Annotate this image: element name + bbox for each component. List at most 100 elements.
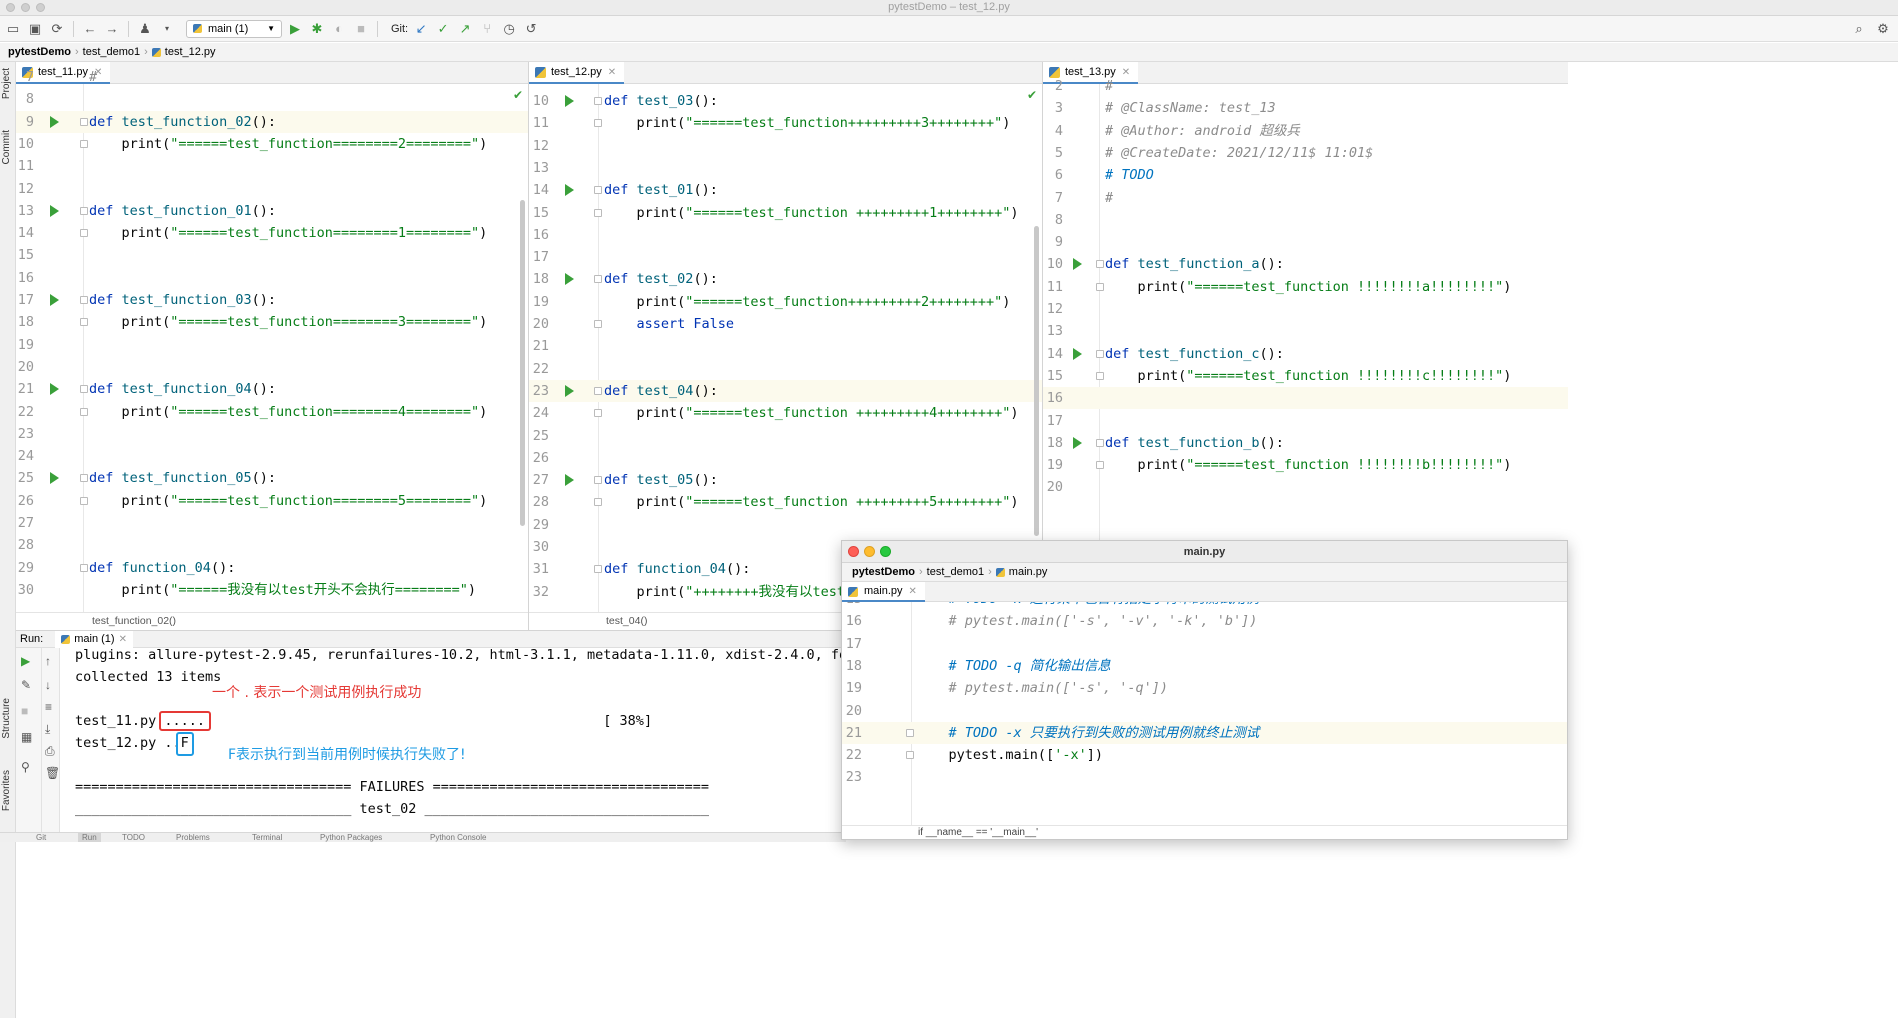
code-line[interactable]: 7 # bbox=[1043, 187, 1568, 209]
fold-marker-icon[interactable] bbox=[594, 409, 602, 418]
close-window-icon[interactable] bbox=[848, 546, 859, 557]
code-line[interactable]: 10 def test_function_a(): bbox=[1043, 253, 1568, 275]
git-commit-icon[interactable]: ✓ bbox=[434, 20, 452, 38]
tool-tab-python-packages[interactable]: Python Packages bbox=[320, 833, 382, 842]
breadcrumb-folder[interactable]: test_demo1 bbox=[83, 46, 140, 58]
code-line[interactable]: 18 print("======test_function========3==… bbox=[16, 311, 528, 333]
code-line[interactable]: 30 print("======我没有以test开头不会执行========") bbox=[16, 579, 528, 601]
maximize-window-icon[interactable] bbox=[880, 546, 891, 557]
run-config-select[interactable]: main (1) ▼ bbox=[186, 19, 282, 38]
fold-marker-icon[interactable] bbox=[80, 496, 88, 505]
git-push-icon[interactable]: ↗ bbox=[456, 20, 474, 38]
fold-marker-icon[interactable] bbox=[594, 476, 602, 485]
gear-icon[interactable]: ⚙ bbox=[1874, 20, 1892, 38]
user-icon[interactable]: ♟ bbox=[136, 20, 154, 38]
fold-marker-icon[interactable] bbox=[594, 275, 602, 284]
rollback-icon[interactable]: ↺ bbox=[522, 20, 540, 38]
code-line[interactable]: 19 print("======test_function+++++++++2+… bbox=[529, 291, 1042, 313]
tool-tab-terminal[interactable]: Terminal bbox=[252, 833, 282, 842]
editor-breadcrumb[interactable]: if __name__ == '__main__' bbox=[842, 825, 1567, 839]
run-test-icon[interactable] bbox=[50, 472, 59, 485]
history-icon[interactable]: ◷ bbox=[500, 20, 518, 38]
debug-icon[interactable]: ✱ bbox=[308, 20, 326, 38]
tool-tab-python-console[interactable]: Python Console bbox=[430, 833, 486, 842]
fold-marker-icon[interactable] bbox=[80, 206, 88, 215]
run-test-icon[interactable] bbox=[50, 204, 59, 217]
code-line[interactable]: 7 # bbox=[16, 66, 528, 88]
tool-tab-problems[interactable]: Problems bbox=[176, 833, 210, 842]
code-line[interactable]: 12 bbox=[16, 178, 528, 200]
trash-icon[interactable]: 🗑 bbox=[45, 766, 60, 780]
fold-marker-icon[interactable] bbox=[594, 386, 602, 395]
tool-tab-run[interactable]: Run bbox=[78, 833, 101, 842]
editor-scrollbar[interactable] bbox=[520, 200, 525, 526]
code-line[interactable]: 22 print("======test_function========4==… bbox=[16, 401, 528, 423]
code-line[interactable]: 15 print("======test_function !!!!!!!!c!… bbox=[1043, 365, 1568, 387]
user-dropdown-icon[interactable]: ▾ bbox=[158, 20, 176, 38]
code-line[interactable]: 24 bbox=[16, 445, 528, 467]
fold-marker-icon[interactable] bbox=[594, 320, 602, 328]
breadcrumb-project[interactable]: pytestDemo bbox=[8, 46, 71, 58]
open-folder-icon[interactable]: ▭ bbox=[4, 20, 22, 38]
pin-icon[interactable]: ⚲ bbox=[21, 760, 30, 774]
fold-marker-icon[interactable] bbox=[1096, 461, 1104, 470]
sync-icon[interactable]: ⟳ bbox=[48, 20, 66, 38]
code-line[interactable]: 18 # TODO -q 简化输出信息 bbox=[842, 655, 1567, 677]
fold-marker-icon[interactable] bbox=[594, 565, 602, 574]
scroll-up-icon[interactable]: ↑ bbox=[45, 654, 51, 668]
wrench-icon[interactable]: ✎ bbox=[21, 678, 31, 692]
code-line[interactable]: 15 bbox=[16, 244, 528, 266]
code-line[interactable]: 26 print("======test_function========5==… bbox=[16, 490, 528, 512]
fold-marker-icon[interactable] bbox=[906, 751, 914, 760]
fold-marker-icon[interactable] bbox=[906, 728, 914, 737]
rerun-icon[interactable]: ▶ bbox=[21, 654, 30, 668]
code-line[interactable]: 12 bbox=[529, 135, 1042, 157]
run-test-icon[interactable] bbox=[565, 184, 574, 197]
run-test-icon[interactable] bbox=[1073, 436, 1082, 449]
code-line[interactable]: 18 def test_02(): bbox=[529, 268, 1042, 290]
code-line[interactable]: 22 bbox=[529, 358, 1042, 380]
code-line[interactable]: 16 # pytest.main(['-s', '-v', '-k', 'b']… bbox=[842, 610, 1567, 632]
code-line[interactable]: 6 # TODO bbox=[1043, 164, 1568, 186]
fold-marker-icon[interactable] bbox=[1096, 282, 1104, 291]
code-line[interactable]: 27 def test_05(): bbox=[529, 469, 1042, 491]
code-line[interactable]: 17 bbox=[842, 633, 1567, 655]
breadcrumb-project[interactable]: pytestDemo bbox=[852, 566, 915, 578]
code-line[interactable]: 8 bbox=[1043, 209, 1568, 231]
code-line[interactable]: 23 bbox=[842, 766, 1567, 788]
tab-test-12[interactable]: test_12.py ✕ bbox=[529, 62, 625, 84]
run-tab[interactable]: main (1) ✕ bbox=[55, 630, 133, 648]
code-line[interactable]: 17 def test_function_03(): bbox=[16, 289, 528, 311]
code-line[interactable]: 10 print("======test_function========2==… bbox=[16, 133, 528, 155]
code-line[interactable]: 15 print("======test_function +++++++++1… bbox=[529, 202, 1042, 224]
code-line[interactable]: 19 bbox=[16, 334, 528, 356]
close-tab-icon[interactable]: ✕ bbox=[608, 67, 616, 78]
code-line[interactable]: 28 bbox=[16, 534, 528, 556]
code-line[interactable]: 3 # @ClassName: test_13 bbox=[1043, 97, 1568, 119]
fold-marker-icon[interactable] bbox=[594, 119, 602, 128]
minimize-window-icon[interactable] bbox=[864, 546, 875, 557]
code-line[interactable]: 29 bbox=[529, 514, 1042, 536]
git-update-icon[interactable]: ↙ bbox=[412, 20, 430, 38]
code-line[interactable]: 21 def test_function_04(): bbox=[16, 378, 528, 400]
code-area[interactable]: 7 #8 9 def test_function_02(): 10 print("===… bbox=[16, 69, 528, 630]
run-test-icon[interactable] bbox=[565, 474, 574, 487]
tool-tab-todo[interactable]: TODO bbox=[122, 833, 145, 842]
code-line[interactable]: 14 def test_function_c(): bbox=[1043, 343, 1568, 365]
forward-arrow-icon[interactable]: → bbox=[103, 20, 121, 38]
code-line[interactable]: 21 # TODO -x 只要执行到失败的测试用例就终止测试 bbox=[842, 721, 1567, 744]
layout-icon[interactable]: ▦ bbox=[21, 730, 32, 744]
code-line[interactable]: 20 bbox=[842, 700, 1567, 722]
run-test-icon[interactable] bbox=[1073, 258, 1082, 271]
code-line[interactable]: 8 bbox=[16, 88, 528, 110]
code-line[interactable]: 12 bbox=[1043, 298, 1568, 320]
soft-wrap-icon[interactable]: ≡ bbox=[45, 700, 52, 714]
fold-marker-icon[interactable] bbox=[80, 117, 88, 126]
fold-marker-icon[interactable] bbox=[80, 139, 88, 148]
code-line[interactable]: 13 bbox=[1043, 320, 1568, 342]
code-line[interactable]: 26 bbox=[529, 447, 1042, 469]
breadcrumb-folder[interactable]: test_demo1 bbox=[927, 566, 984, 578]
code-line[interactable]: 11 print("======test_function+++++++++3+… bbox=[529, 112, 1042, 134]
code-line[interactable]: 14 def test_01(): bbox=[529, 179, 1042, 201]
stop-icon[interactable]: ■ bbox=[352, 20, 370, 38]
